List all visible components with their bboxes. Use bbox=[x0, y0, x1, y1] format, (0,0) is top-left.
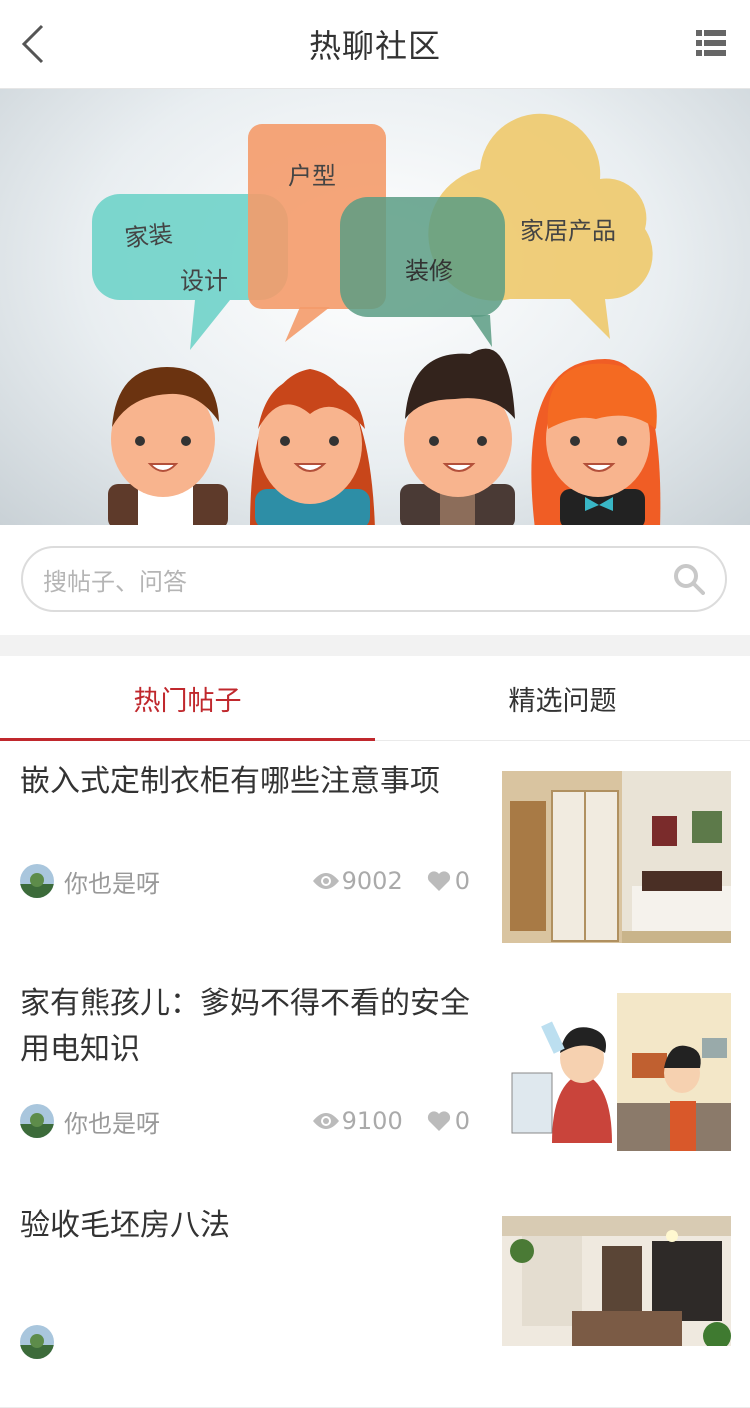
post-title: 家有熊孩儿：爹妈不得不看的安全用电知识 bbox=[20, 986, 470, 1067]
bubble-text: 家居产品 bbox=[520, 217, 616, 245]
view-count: 9100 bbox=[341, 1107, 403, 1135]
like-count: 0 bbox=[454, 1107, 470, 1135]
bubble-text: 户型 bbox=[288, 162, 336, 190]
bubble-text: 装修 bbox=[405, 257, 453, 285]
post-title: 验收毛坯房八法 bbox=[20, 1208, 230, 1243]
list-item[interactable]: 家有熊孩儿：爹妈不得不看的安全用电知识 你也是呀 9100 0 bbox=[0, 963, 750, 1186]
author-name: 你也是呀 bbox=[64, 1109, 160, 1138]
search-placeholder: 搜帖子、问答 bbox=[43, 567, 187, 596]
back-arrow-icon[interactable] bbox=[16, 22, 56, 66]
banner-illustration: 家装 设计 户型 装修 家居产品 bbox=[92, 113, 661, 525]
post-meta: 你也是呀 9002 0 bbox=[20, 863, 470, 899]
post-thumbnail bbox=[502, 993, 731, 1151]
eye-icon bbox=[312, 873, 339, 889]
search-input[interactable]: 搜帖子、问答 bbox=[21, 546, 727, 612]
post-stats: 9002 0 bbox=[312, 867, 470, 895]
like-count: 0 bbox=[454, 867, 470, 895]
post-meta: 你也是呀 9100 0 bbox=[20, 1103, 470, 1139]
bubble-text: 设计 bbox=[180, 267, 228, 295]
avatar bbox=[20, 1104, 54, 1138]
view-count: 9002 bbox=[341, 867, 403, 895]
list-menu-icon[interactable] bbox=[696, 28, 726, 58]
avatar bbox=[20, 864, 54, 898]
heart-icon[interactable] bbox=[427, 1110, 451, 1132]
search-icon[interactable] bbox=[673, 563, 705, 595]
list-item[interactable]: 验收毛坯房八法 bbox=[0, 1185, 750, 1408]
heart-icon[interactable] bbox=[427, 870, 451, 892]
tab-featured-questions[interactable]: 精选问题 bbox=[375, 656, 750, 740]
post-thumbnail bbox=[502, 1216, 731, 1346]
bubble-text: 家装 bbox=[123, 220, 174, 253]
top-bar: 热聊社区 bbox=[0, 0, 750, 89]
post-title: 嵌入式定制衣柜有哪些注意事项 bbox=[20, 764, 440, 799]
avatar bbox=[20, 1325, 54, 1359]
post-stats: 9100 0 bbox=[312, 1107, 470, 1135]
list-item[interactable]: 嵌入式定制衣柜有哪些注意事项 你也是呀 9002 0 bbox=[0, 741, 750, 964]
tab-hot-posts[interactable]: 热门帖子 bbox=[0, 656, 375, 741]
section-divider bbox=[0, 635, 750, 656]
page-title: 热聊社区 bbox=[308, 27, 441, 65]
author-name: 你也是呀 bbox=[64, 869, 160, 898]
tab-bar: 热门帖子 精选问题 bbox=[0, 656, 750, 741]
community-banner[interactable]: 家装 设计 户型 装修 家居产品 bbox=[0, 89, 750, 525]
post-thumbnail bbox=[502, 771, 731, 943]
search-section: 搜帖子、问答 bbox=[0, 525, 750, 635]
eye-icon bbox=[312, 1113, 339, 1129]
